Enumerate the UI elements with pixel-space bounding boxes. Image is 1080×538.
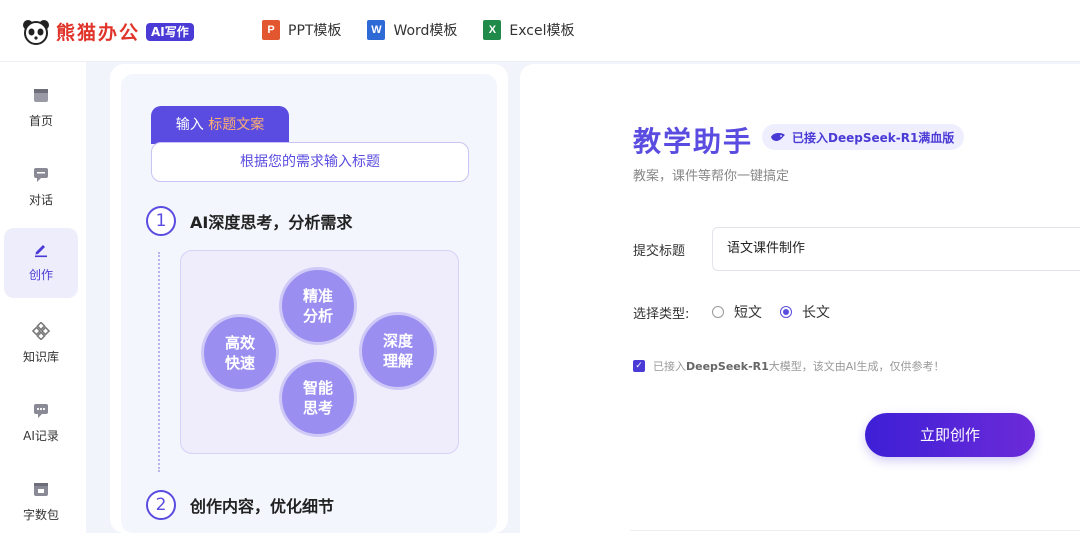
radio-long[interactable] — [780, 306, 792, 318]
page-subtitle: 教案，课件等帮你一键搞定 — [633, 169, 790, 184]
pen-icon — [35, 245, 47, 258]
knowledge-icon — [32, 322, 50, 340]
radio-short[interactable] — [712, 306, 724, 318]
sidebar: 首页 对话 创作 知识库 AI记录 字数包 — [0, 62, 86, 533]
ai-writing-badge: AI写作 — [146, 22, 194, 41]
tab-highlight: 标题文案 — [208, 117, 265, 133]
guide-input-hint: 根据您的需求输入标题 — [151, 142, 469, 182]
notice-suffix: 大模型，该文由AI生成，仅供参考！ — [768, 360, 945, 373]
package-icon — [34, 483, 48, 496]
record-icon — [34, 404, 48, 418]
sidebar-item-label: 字数包 — [22, 508, 59, 522]
input-title-tab: 输入 标题文案 — [151, 106, 289, 144]
deepseek-badge: 已接入DeepSeek-R1满血版 — [762, 124, 965, 150]
type-label: 选择类型: — [633, 307, 690, 322]
top-bar: 熊猫办公 AI写作 P PPT模板 W Word模板 X Excel模板 — [0, 0, 1080, 62]
sidebar-item-create[interactable]: 创作 — [4, 228, 78, 298]
nav-word-templates[interactable]: W Word模板 — [367, 20, 457, 40]
create-button[interactable]: 立即创作 — [865, 413, 1035, 457]
sidebar-item-label: 首页 — [28, 114, 53, 128]
step-title: 创作内容，优化细节 — [190, 497, 335, 516]
bubble-smart: 智能 思考 — [279, 359, 357, 437]
bubble-precise: 精准 分析 — [279, 267, 357, 345]
bubble-deep: 深度 理解 — [359, 312, 437, 390]
sidebar-item-chat[interactable]: 对话 — [4, 153, 78, 223]
bubble-efficient: 高效 快速 — [201, 314, 279, 392]
step-number: 2 — [146, 490, 176, 520]
nav-ppt-templates[interactable]: P PPT模板 — [262, 20, 341, 40]
home-icon — [34, 89, 48, 102]
radio-short-label[interactable]: 短文 — [734, 302, 762, 322]
whale-icon — [771, 132, 785, 141]
sidebar-item-label: AI记录 — [23, 429, 59, 443]
submit-title-label: 提交标题 — [633, 244, 686, 259]
page-title: 教学助手 — [633, 125, 754, 158]
sidebar-item-home[interactable]: 首页 — [4, 74, 78, 144]
step-number: 1 — [146, 206, 176, 236]
notice-model: DeepSeek-R1 — [686, 359, 769, 373]
sidebar-item-word-package[interactable]: 字数包 — [4, 468, 78, 538]
ai-notice: ✓ 已接入 DeepSeek-R1 大模型，该文由AI生成，仅供参考！ — [633, 358, 945, 374]
word-icon: W — [367, 20, 386, 40]
badge-text: 已接入DeepSeek-R1满血版 — [792, 130, 955, 145]
sidebar-item-label: 对话 — [28, 193, 53, 207]
panda-logo-icon — [23, 19, 49, 45]
notice-prefix: 已接入 — [653, 360, 686, 373]
sidebar-item-knowledge[interactable]: 知识库 — [4, 310, 78, 380]
sidebar-item-label: 知识库 — [22, 350, 59, 364]
excel-icon: X — [483, 20, 502, 40]
step-1: 1 AI深度思考，分析需求 — [146, 206, 352, 236]
type-radio-group: 短文 长文 — [712, 302, 848, 322]
radio-long-label[interactable]: 长文 — [802, 302, 830, 322]
divider — [630, 530, 1080, 531]
nav-label: Excel模板 — [509, 23, 575, 39]
sidebar-item-ai-record[interactable]: AI记录 — [4, 389, 78, 459]
sidebar-item-label: 创作 — [28, 268, 53, 282]
step-2: 2 创作内容，优化细节 — [146, 490, 334, 520]
top-nav: P PPT模板 W Word模板 X Excel模板 — [262, 20, 601, 40]
tab-prefix: 输入 — [175, 117, 204, 133]
title-input[interactable]: 语文课件制作 — [712, 227, 1080, 271]
agree-checkbox[interactable]: ✓ — [633, 360, 645, 372]
nav-label: PPT模板 — [288, 23, 342, 39]
nav-excel-templates[interactable]: X Excel模板 — [483, 20, 575, 40]
logo-text: 熊猫办公 — [56, 22, 141, 44]
thinking-bubbles: 精准 分析 高效 快速 深度 理解 智能 思考 — [180, 250, 459, 454]
step-title: AI深度思考，分析需求 — [190, 213, 353, 232]
logo[interactable]: 熊猫办公 AI写作 — [22, 18, 194, 45]
chat-icon — [34, 168, 48, 182]
nav-label: Word模板 — [393, 23, 458, 39]
ppt-icon: P — [262, 20, 280, 40]
step-connector — [158, 252, 160, 472]
